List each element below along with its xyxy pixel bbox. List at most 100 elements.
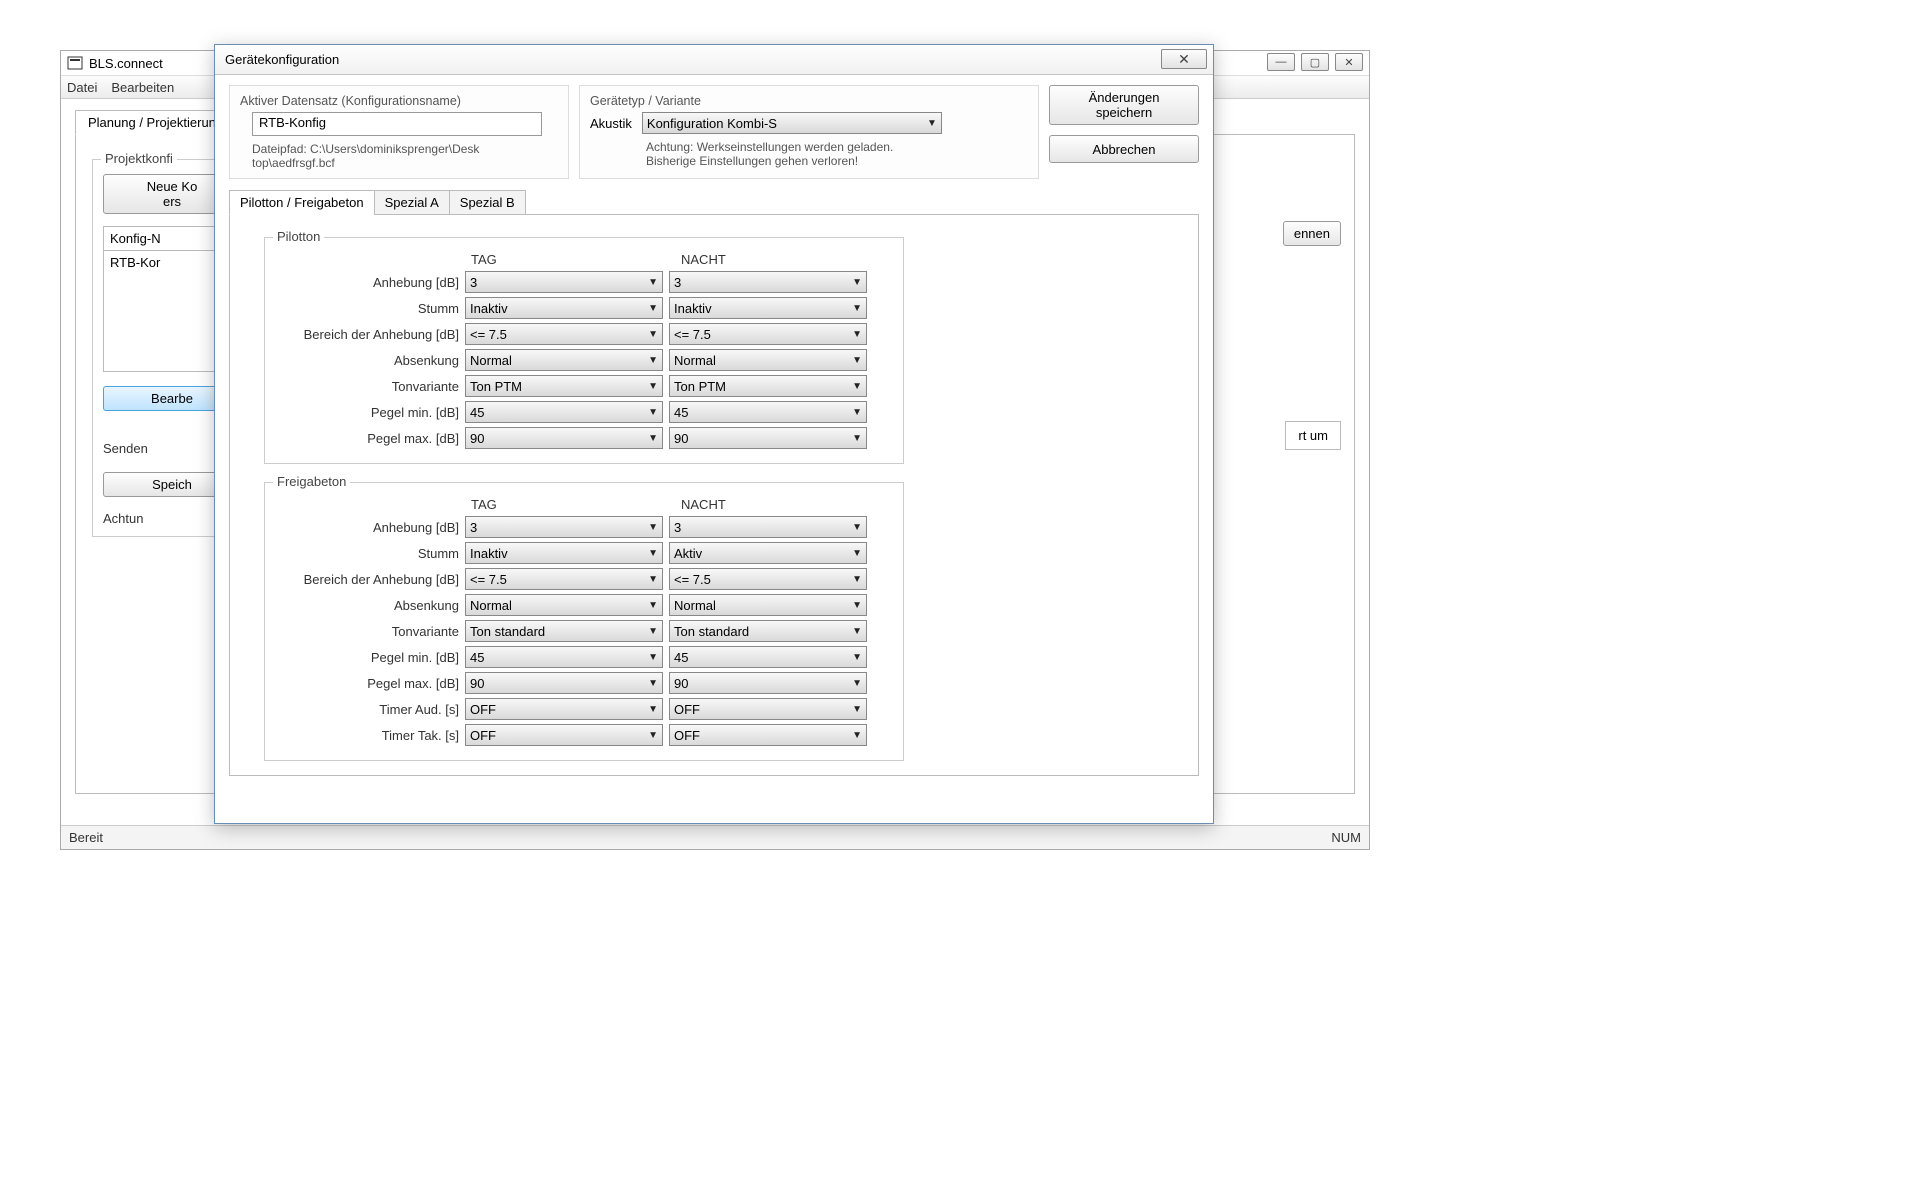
- freigabeton-day-value: Normal: [470, 598, 512, 613]
- freigabeton-day-select[interactable]: Inaktiv▼: [465, 542, 663, 564]
- pilotton-label: Bereich der Anhebung [dB]: [275, 327, 465, 342]
- tab-spezial-b[interactable]: Spezial B: [449, 190, 526, 215]
- pilotton-night-value: 45: [674, 405, 688, 420]
- menu-file[interactable]: Datei: [67, 80, 97, 95]
- chevron-down-icon: ▼: [648, 574, 658, 585]
- freigabeton-day-select[interactable]: <= 7.5 ▼: [465, 568, 663, 590]
- status-ready: Bereit: [69, 830, 103, 845]
- aenderungen-speichern-button[interactable]: Änderungen speichern: [1049, 85, 1199, 125]
- freigabeton-label: Timer Tak. [s]: [275, 728, 465, 743]
- freigabeton-day-value: Ton standard: [470, 624, 545, 639]
- subtab-body: Pilotton TAG NACHT Anhebung [dB]3▼3▼Stum…: [229, 214, 1199, 776]
- chevron-down-icon: ▼: [852, 433, 862, 444]
- geraetetyp-group: Gerätetyp / Variante Akustik Konfigurati…: [579, 85, 1039, 179]
- chevron-down-icon: ▼: [648, 381, 658, 392]
- variante-select[interactable]: Konfiguration Kombi-S ▼: [642, 112, 942, 134]
- pilotton-label: Stumm: [275, 301, 465, 316]
- chevron-down-icon: ▼: [648, 433, 658, 444]
- freigabeton-day-value: OFF: [470, 728, 496, 743]
- freigabeton-night-select[interactable]: 45▼: [669, 646, 867, 668]
- chevron-down-icon: ▼: [852, 381, 862, 392]
- pilotton-night-select[interactable]: Inaktiv▼: [669, 297, 867, 319]
- freigabeton-night-select[interactable]: 90▼: [669, 672, 867, 694]
- pilotton-day-value: 90: [470, 431, 484, 446]
- subtabs: Pilotton / Freigabeton Spezial A Spezial…: [229, 189, 1199, 214]
- freigabeton-day-select[interactable]: 3▼: [465, 516, 663, 538]
- pilotton-day-select[interactable]: 45▼: [465, 401, 663, 423]
- konfig-name-input[interactable]: RTB-Konfig: [252, 112, 542, 136]
- freigabeton-night-select[interactable]: 3▼: [669, 516, 867, 538]
- pilotton-day-select[interactable]: 3▼: [465, 271, 663, 293]
- pilotton-day-value: 45: [470, 405, 484, 420]
- geraetekonfiguration-dialog: Gerätekonfiguration ✕ Aktiver Datensatz …: [214, 44, 1214, 824]
- tab-spezial-a[interactable]: Spezial A: [374, 190, 450, 215]
- param-row: Timer Tak. [s]OFF▼OFF▼: [275, 724, 893, 746]
- pilotton-night-select[interactable]: 90▼: [669, 427, 867, 449]
- variante-value: Konfiguration Kombi-S: [647, 116, 777, 131]
- pilotton-legend: Pilotton: [273, 229, 324, 244]
- param-row: Timer Aud. [s]OFF▼OFF▼: [275, 698, 893, 720]
- chevron-down-icon: ▼: [648, 678, 658, 689]
- freigabeton-label: Bereich der Anhebung [dB]: [275, 572, 465, 587]
- freigabeton-night-select[interactable]: Ton standard▼: [669, 620, 867, 642]
- pilotton-night-select[interactable]: 45▼: [669, 401, 867, 423]
- param-row: Bereich der Anhebung [dB]<= 7.5▼<= 7.5▼: [275, 323, 893, 345]
- pilotton-night-select[interactable]: Normal▼: [669, 349, 867, 371]
- minimize-button[interactable]: —: [1267, 53, 1295, 71]
- dialog-close-button[interactable]: ✕: [1161, 49, 1207, 69]
- freigabeton-night-select[interactable]: OFF▼: [669, 724, 867, 746]
- dateipfad-label: Dateipfad: C:\Users\dominiksprenger\Desk…: [252, 142, 558, 170]
- freigabeton-day-select[interactable]: 90▼: [465, 672, 663, 694]
- chevron-down-icon: ▼: [852, 730, 862, 741]
- close-button[interactable]: ✕: [1335, 53, 1363, 71]
- pilotton-day-select[interactable]: Ton PTM▼: [465, 375, 663, 397]
- dialog-title-bar[interactable]: Gerätekonfiguration ✕: [215, 45, 1213, 75]
- freigabeton-day-value: <= 7.5: [470, 572, 507, 587]
- pilotton-night-value: Normal: [674, 353, 716, 368]
- freigabeton-night-select[interactable]: <= 7.5▼: [669, 568, 867, 590]
- pilotton-day-select[interactable]: Inaktiv ▼: [465, 297, 663, 319]
- freigabeton-day-value: 3: [470, 520, 477, 535]
- menu-edit[interactable]: Bearbeiten: [111, 80, 174, 95]
- freigabeton-night-value: Aktiv: [674, 546, 702, 561]
- param-row: StummInaktiv▼Aktiv▼: [275, 542, 893, 564]
- freigabeton-label: Anhebung [dB]: [275, 520, 465, 535]
- aktiver-datensatz-group: Aktiver Datensatz (Konfigurationsname) R…: [229, 85, 569, 179]
- freigabeton-day-select[interactable]: Normal▼: [465, 594, 663, 616]
- rtum-box: rt um: [1285, 421, 1341, 450]
- pilotton-day-value: 3: [470, 275, 477, 290]
- pilotton-night-select[interactable]: <= 7.5▼: [669, 323, 867, 345]
- param-row: Anhebung [dB]3▼3▼: [275, 271, 893, 293]
- pilotton-day-select[interactable]: 90 ▼: [465, 427, 663, 449]
- tab-planung[interactable]: Planung / Projektierung: [75, 110, 236, 135]
- akustik-label: Akustik: [590, 116, 632, 131]
- pilotton-label: Pegel max. [dB]: [275, 431, 465, 446]
- param-row: TonvarianteTon PTM▼Ton PTM▼: [275, 375, 893, 397]
- chevron-down-icon: ▼: [648, 522, 658, 533]
- freigabeton-day-value: OFF: [470, 702, 496, 717]
- freigabeton-label: Tonvariante: [275, 624, 465, 639]
- dialog-body: Aktiver Datensatz (Konfigurationsname) R…: [215, 75, 1213, 786]
- chevron-down-icon: ▼: [648, 548, 658, 559]
- tab-pilotton-freigabeton[interactable]: Pilotton / Freigabeton: [229, 190, 375, 215]
- chevron-down-icon: ▼: [852, 678, 862, 689]
- freigabeton-night-select[interactable]: Aktiv▼: [669, 542, 867, 564]
- chevron-down-icon: ▼: [852, 329, 862, 340]
- pilotton-day-select[interactable]: Normal▼: [465, 349, 663, 371]
- freigabeton-day-select[interactable]: OFF▼: [465, 724, 663, 746]
- pilotton-night-select[interactable]: Ton PTM▼: [669, 375, 867, 397]
- freigabeton-day-select[interactable]: Ton standard▼: [465, 620, 663, 642]
- freigabeton-night-select[interactable]: Normal▼: [669, 594, 867, 616]
- chevron-down-icon: ▼: [648, 303, 658, 314]
- pilotton-day-value: Inaktiv: [470, 301, 508, 316]
- freigabeton-night-select[interactable]: OFF▼: [669, 698, 867, 720]
- freigabeton-day-select[interactable]: OFF▼: [465, 698, 663, 720]
- freigabeton-label: Pegel min. [dB]: [275, 650, 465, 665]
- pilotton-night-select[interactable]: 3▼: [669, 271, 867, 293]
- freigabeton-day-select[interactable]: 45▼: [465, 646, 663, 668]
- abbrechen-button[interactable]: Abbrechen: [1049, 135, 1199, 163]
- maximize-button[interactable]: ▢: [1301, 53, 1329, 71]
- pilotton-day-select[interactable]: <= 7.5▼: [465, 323, 663, 345]
- ennen-button[interactable]: ennen: [1283, 221, 1341, 246]
- param-row: Pegel max. [dB]90▼90▼: [275, 672, 893, 694]
